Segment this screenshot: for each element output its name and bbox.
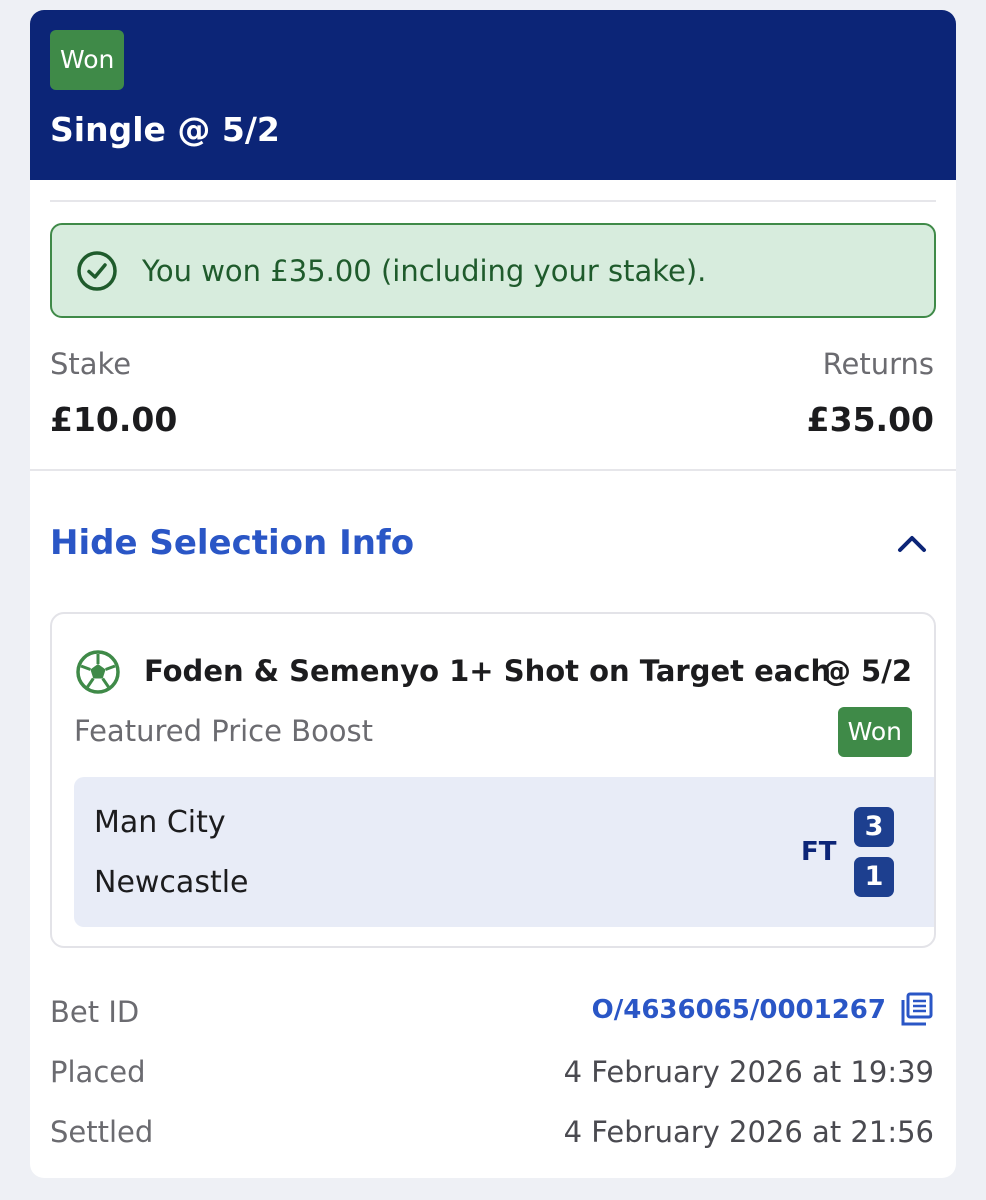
football-icon bbox=[76, 650, 120, 694]
divider bbox=[50, 200, 936, 202]
selection-status-badge: Won bbox=[837, 707, 912, 757]
away-team: Newcastle bbox=[94, 865, 249, 900]
home-team: Man City bbox=[94, 805, 226, 840]
market-name: Featured Price Boost bbox=[74, 714, 374, 748]
returns-value: £35.00 bbox=[806, 400, 934, 439]
copy-icon[interactable] bbox=[898, 991, 934, 1027]
selection-name: Foden & Semenyo 1+ Shot on Target each bbox=[144, 654, 832, 688]
settled-value: 4 February 2026 at 21:56 bbox=[563, 1115, 934, 1149]
stake-label: Stake bbox=[50, 347, 132, 381]
match-score-panel: Man City Newcastle FT 3 1 bbox=[74, 777, 934, 927]
divider bbox=[30, 469, 956, 471]
home-score: 3 bbox=[854, 807, 894, 847]
selection-odds: @ 5/2 bbox=[821, 654, 912, 688]
stake-value: £10.00 bbox=[50, 400, 178, 439]
bet-header: Won Single @ 5/2 bbox=[30, 10, 956, 180]
win-banner: You won £35.00 (including your stake). bbox=[50, 223, 936, 318]
check-circle-icon bbox=[77, 250, 117, 291]
placed-label: Placed bbox=[50, 1055, 146, 1089]
hide-selection-info-button[interactable]: Hide Selection Info bbox=[50, 523, 414, 563]
win-message: You won £35.00 (including your stake). bbox=[142, 253, 707, 288]
placed-value: 4 February 2026 at 19:39 bbox=[563, 1055, 934, 1089]
chevron-up-icon[interactable] bbox=[894, 530, 930, 556]
bet-title: Single @ 5/2 bbox=[50, 110, 280, 149]
bet-status-badge: Won bbox=[50, 30, 125, 90]
settled-label: Settled bbox=[50, 1115, 154, 1149]
bet-id-label: Bet ID bbox=[50, 995, 140, 1029]
bet-id-value[interactable]: O/4636065/0001267 bbox=[592, 995, 886, 1025]
returns-label: Returns bbox=[822, 347, 934, 381]
selection-card: Foden & Semenyo 1+ Shot on Target each @… bbox=[50, 612, 936, 948]
away-score: 1 bbox=[854, 857, 894, 897]
match-state: FT bbox=[801, 837, 837, 867]
bet-card: Won Single @ 5/2 You won £35.00 (includi… bbox=[30, 10, 956, 1178]
